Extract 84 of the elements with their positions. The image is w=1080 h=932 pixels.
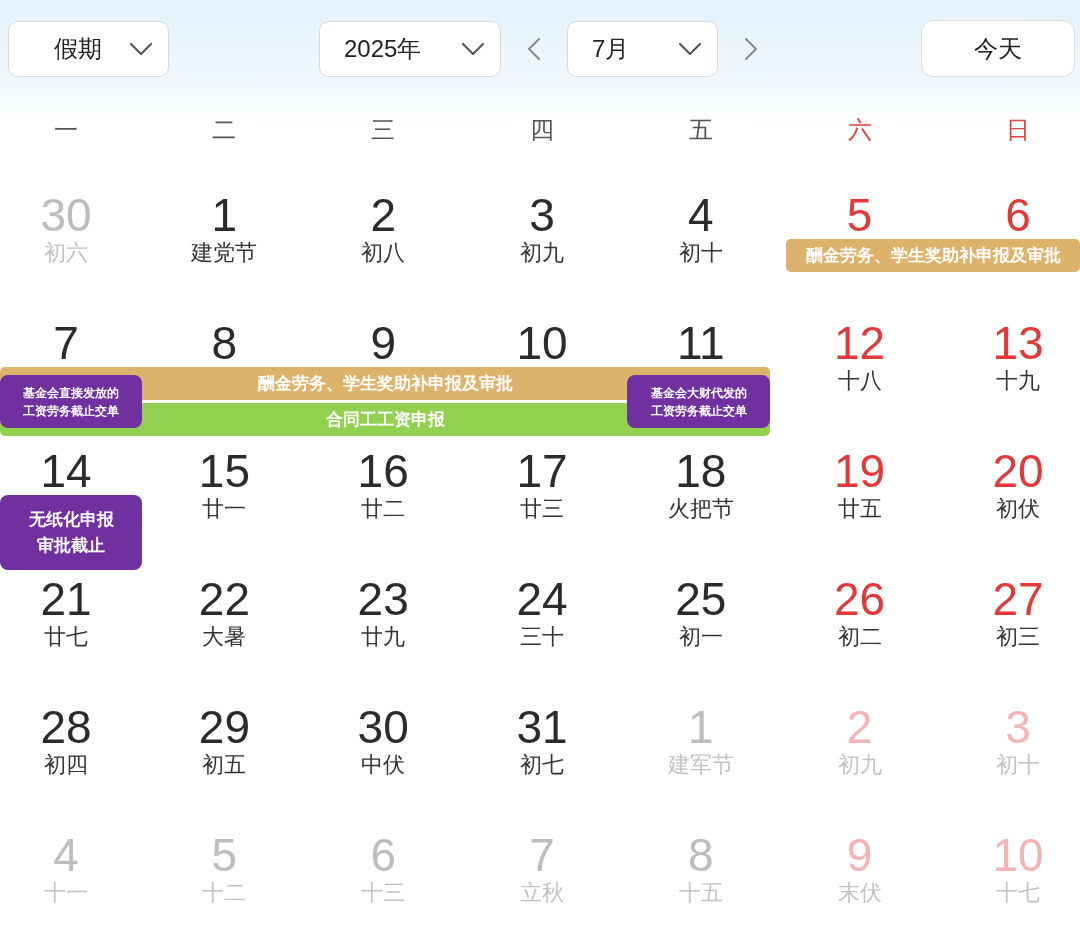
lunar-date: 廿二 <box>361 495 406 523</box>
date-number[interactable]: 23 <box>357 576 409 622</box>
lunar-date: 末伏 <box>837 879 882 907</box>
holiday-select[interactable]: 假期 <box>8 20 169 77</box>
weekday-label: 三 <box>371 115 396 145</box>
date-number[interactable]: 9 <box>370 320 396 366</box>
date-number[interactable]: 13 <box>992 320 1044 366</box>
date-number[interactable]: 19 <box>834 448 886 494</box>
lunar-date: 初一 <box>678 623 723 651</box>
weekday-label: 五 <box>688 115 713 145</box>
lunar-date: 廿七 <box>44 623 88 651</box>
date-number[interactable]: 17 <box>516 448 568 494</box>
lunar-date: 立秋 <box>520 879 564 907</box>
weekday-label: 一 <box>54 115 78 145</box>
date-number[interactable]: 31 <box>516 704 568 750</box>
date-number[interactable]: 4 <box>688 192 714 238</box>
date-number[interactable]: 7 <box>53 320 79 366</box>
chevron-down-icon <box>130 42 152 55</box>
lunar-date: 初四 <box>44 751 88 779</box>
today-button[interactable]: 今天 <box>921 20 1075 77</box>
lunar-date: 廿一 <box>202 495 247 523</box>
event-card[interactable]: 基金会直接发放的 工资劳务截止交单 <box>0 375 142 428</box>
date-number[interactable]: 22 <box>198 576 250 622</box>
date-number[interactable]: 29 <box>198 704 250 750</box>
lunar-date: 十七 <box>996 879 1040 907</box>
date-number[interactable]: 28 <box>40 704 92 750</box>
date-number[interactable]: 14 <box>40 448 92 494</box>
event-card[interactable]: 基金会大财代发的 工资劳务截止交单 <box>627 375 771 428</box>
chevron-right-icon <box>745 37 757 60</box>
year-select[interactable]: 2025年 <box>319 20 501 77</box>
date-number[interactable]: 27 <box>992 576 1044 622</box>
date-number[interactable]: 12 <box>834 320 886 366</box>
date-number[interactable]: 24 <box>516 576 568 622</box>
lunar-date: 十二 <box>202 879 247 907</box>
lunar-date: 建军节 <box>667 751 734 779</box>
lunar-date: 三十 <box>520 623 564 651</box>
date-number[interactable]: 1 <box>211 192 238 238</box>
date-number[interactable]: 20 <box>992 448 1044 494</box>
lunar-date: 初八 <box>361 239 406 267</box>
date-number[interactable]: 11 <box>676 320 725 366</box>
weekday-label: 日 <box>1006 115 1030 145</box>
lunar-date: 初伏 <box>996 495 1040 523</box>
lunar-date: 十一 <box>44 879 88 907</box>
lunar-date: 初十 <box>678 239 723 267</box>
weekday-label: 四 <box>530 115 554 145</box>
date-number[interactable]: 8 <box>211 320 238 366</box>
lunar-date: 十五 <box>678 879 723 907</box>
lunar-date: 十九 <box>996 367 1040 395</box>
date-number[interactable]: 10 <box>516 320 568 366</box>
lunar-date: 廿五 <box>837 495 882 523</box>
lunar-date: 初六 <box>44 239 88 267</box>
lunar-date: 初十 <box>996 751 1040 779</box>
lunar-date: 建党节 <box>191 239 258 267</box>
month-select[interactable]: 7月 <box>567 20 718 77</box>
date-number[interactable]: 21 <box>40 576 92 622</box>
weekday-label: 六 <box>847 115 872 145</box>
date-number[interactable]: 5 <box>846 192 873 238</box>
weekday-label: 二 <box>212 115 237 145</box>
date-number[interactable]: 15 <box>198 448 250 494</box>
lunar-date: 廿三 <box>520 495 564 523</box>
date-number[interactable]: 25 <box>675 576 727 622</box>
date-number[interactable]: 16 <box>357 448 409 494</box>
date-number[interactable]: 18 <box>675 448 727 494</box>
chevron-down-icon <box>462 42 484 55</box>
lunar-date: 十八 <box>837 367 882 395</box>
lunar-date: 初二 <box>837 623 882 651</box>
lunar-date: 初九 <box>520 239 564 267</box>
chevron-left-icon <box>528 37 540 60</box>
date-number[interactable]: 2 <box>370 192 396 238</box>
lunar-date: 大暑 <box>202 623 247 651</box>
lunar-date: 初三 <box>996 623 1040 651</box>
date-number[interactable]: 6 <box>1005 192 1031 238</box>
chevron-down-icon <box>679 42 701 55</box>
lunar-date: 十三 <box>361 879 406 907</box>
lunar-date: 初九 <box>837 751 882 779</box>
lunar-date: 中伏 <box>361 751 406 779</box>
lunar-date: 廿九 <box>361 623 406 651</box>
lunar-date: 初五 <box>202 751 247 779</box>
date-number[interactable]: 26 <box>834 576 886 622</box>
date-number[interactable]: 30 <box>357 704 409 750</box>
date-number[interactable]: 3 <box>529 192 555 238</box>
lunar-date: 初七 <box>520 751 564 779</box>
lunar-date: 火把节 <box>667 495 734 523</box>
event-card[interactable]: 无纸化申报 审批截止 <box>0 495 142 570</box>
